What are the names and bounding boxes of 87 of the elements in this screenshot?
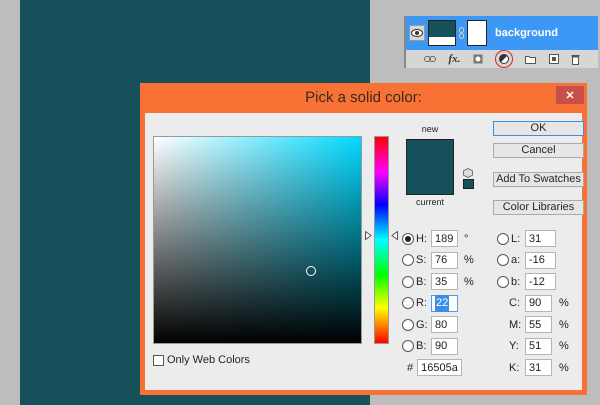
field-text: 76 [435,253,448,268]
dialog-button[interactable]: Color Libraries [493,200,584,215]
field-text: 35 [435,274,448,290]
field-label: S: [416,253,428,268]
field-text: 51 [529,339,542,354]
radio-button[interactable] [402,318,414,331]
radio-button[interactable] [497,276,509,288]
field-label: G: [416,318,429,332]
current-label: current [416,196,444,209]
field-text: 55 [529,318,542,332]
radio-button[interactable] [402,297,414,310]
unit-label: % [559,296,569,311]
field-label: L: [511,232,522,246]
mask-icon[interactable] [472,54,483,64]
field-text: 31 [529,232,542,246]
field-label: B: [416,274,428,290]
new-layer-icon[interactable] [548,54,559,64]
radio-button[interactable] [402,232,414,245]
value-field[interactable]: 80 [431,316,458,334]
hue-slider[interactable] [365,136,398,344]
field-label: M: [509,318,522,332]
adjustment-button[interactable] [494,50,513,68]
value-field[interactable]: 31 [525,359,552,376]
picker-marker[interactable] [306,266,316,276]
checkbox[interactable] [153,354,164,366]
new-label: new [422,123,438,136]
radio-button[interactable] [402,254,414,266]
value-field[interactable]: 35 [431,273,458,290]
field-label: B: [416,339,428,354]
field-text: 90 [529,296,542,311]
unit-label: % [559,360,569,376]
field-label: K: [509,360,520,376]
trash-icon[interactable] [570,54,580,64]
mask-thumbnail [467,20,487,46]
value-field[interactable]: 16505a [417,359,462,376]
value-field[interactable]: 76 [431,252,458,269]
field-text: 16505a [421,360,458,376]
field-text: 189 [435,232,454,246]
fx-button[interactable]: fx. [448,50,460,68]
dialog-button[interactable]: Add To Swatches [493,172,584,187]
dialog-button[interactable]: OK [493,121,584,136]
field-text: -16 [529,253,545,268]
field-label: H: [416,232,428,246]
folder-icon[interactable] [525,54,536,64]
unit-label: % [559,339,569,354]
radio-button[interactable] [402,276,414,288]
value-field[interactable]: -12 [525,273,556,290]
field-label: b: [511,274,522,290]
value-field[interactable]: 55 [525,316,552,334]
web-safe-swatch[interactable] [462,179,474,189]
dialog-title: Pick a solid color: [305,88,422,108]
value-field[interactable]: 90 [525,294,552,312]
field-label: # [407,360,414,376]
half-circle-icon [498,54,509,64]
field-text: 80 [435,318,448,332]
value-field[interactable]: 90 [431,338,458,355]
unit-label: % [559,318,569,332]
unit-label: ° [464,232,468,246]
color-field[interactable] [153,136,362,344]
layer-thumbnail [428,20,456,46]
value-field[interactable]: 51 [525,338,552,355]
dialog-button[interactable]: Cancel [493,143,584,158]
radio-button[interactable] [497,254,509,266]
radio-button[interactable] [402,340,414,352]
cube-icon [463,168,473,178]
field-label: C: [509,296,521,311]
field-label: R: [416,296,428,311]
layer-name: background [495,26,558,41]
field-text: -12 [529,274,545,290]
hue-thumb[interactable] [365,230,398,240]
close-icon [566,91,574,99]
link-icon[interactable] [424,56,436,62]
unit-label: % [464,274,474,290]
field-text: 22 [435,295,450,312]
value-field[interactable]: 31 [525,230,556,248]
checkbox-label: Only Web Colors [167,353,250,368]
unit-label: % [464,253,474,268]
color-swatch [406,139,454,195]
field-text: 31 [529,360,542,376]
value-field[interactable]: -16 [525,252,556,269]
value-field[interactable]: 189 [431,230,458,248]
field-label: Y: [509,339,520,354]
field-text: 90 [435,339,448,354]
radio-button[interactable] [497,232,509,245]
eye-icon[interactable] [409,25,425,41]
field-label: a: [511,253,522,268]
close-button[interactable] [556,86,584,104]
